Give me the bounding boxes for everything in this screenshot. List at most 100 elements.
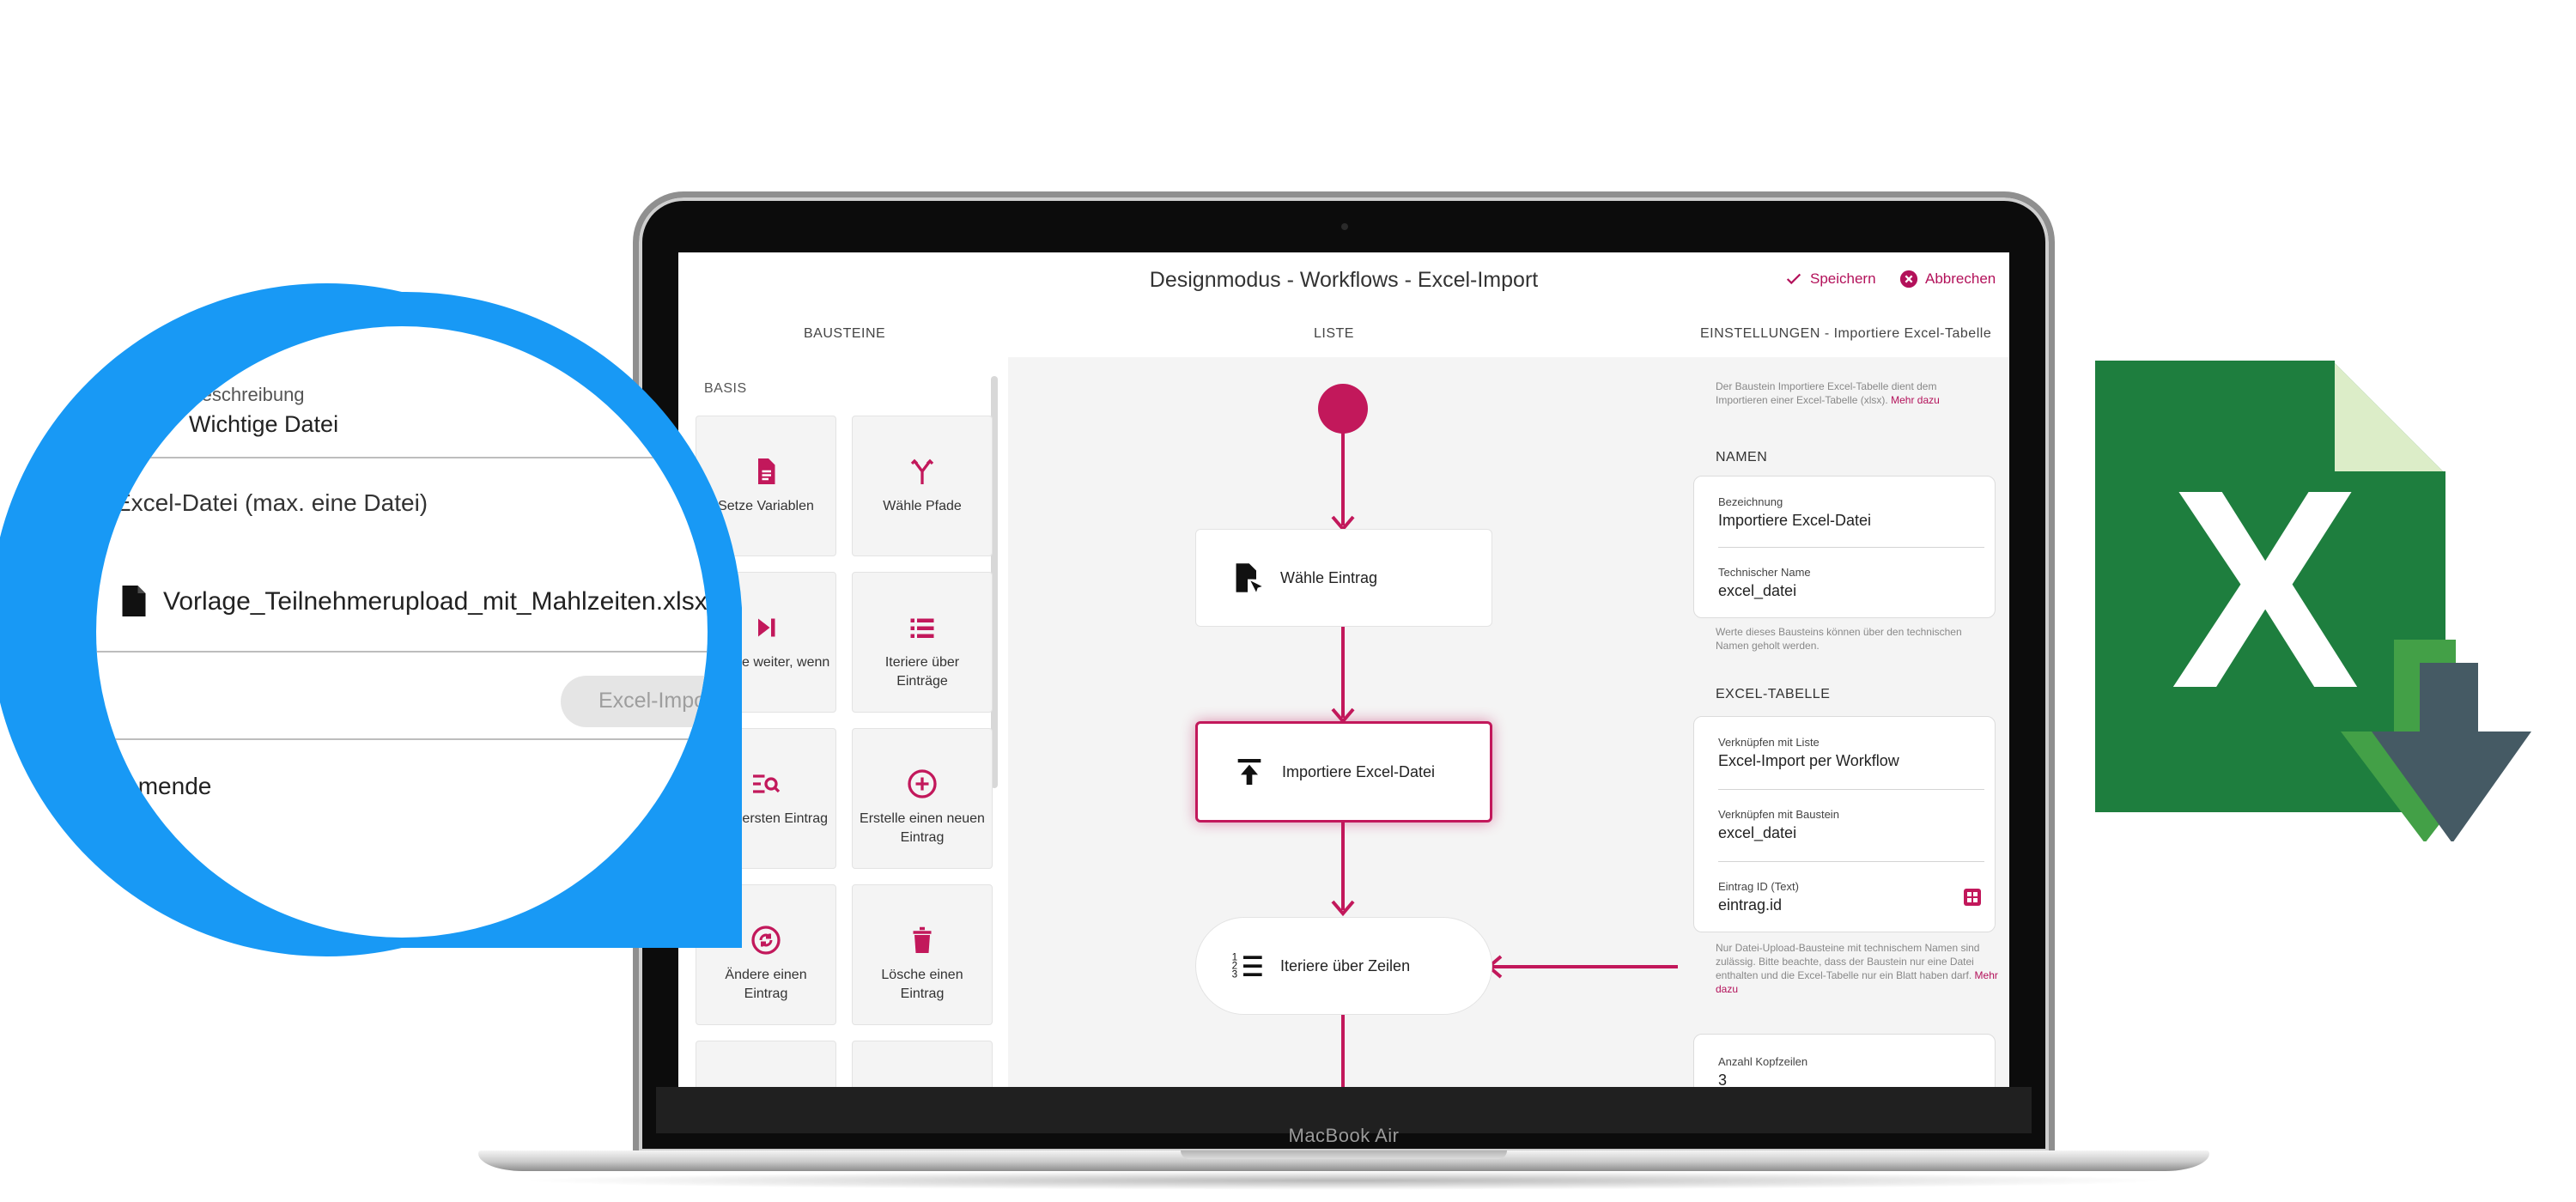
flow-node-iteriere-zeilen[interactable]: 123 Iteriere über Zeilen bbox=[1195, 917, 1492, 1015]
svg-text:X: X bbox=[2171, 430, 2361, 747]
header-rows-label: Anzahl Kopfzeilen bbox=[1718, 1055, 1808, 1068]
laptop-base bbox=[478, 1150, 2209, 1171]
upload-icon bbox=[1237, 759, 1261, 785]
tech-name-label: Technischer Name bbox=[1718, 566, 1811, 579]
link-list-value: Excel-Import per Workflow bbox=[1718, 752, 1899, 769]
einstellungen-panel: Der Baustein Importiere Excel-Tabelle di… bbox=[1678, 357, 2009, 1087]
node-label: Importiere Excel-Datei bbox=[1282, 762, 1436, 780]
column-bausteine: BAUSTEINE bbox=[804, 326, 886, 341]
link-block-label: Verknüpfen mit Baustein bbox=[1718, 808, 1839, 821]
check-icon bbox=[1786, 273, 1801, 285]
fork-paths-icon bbox=[910, 458, 934, 484]
tile-label: Setze Variablen bbox=[718, 499, 814, 513]
tile-label: Erstelle einen neuen Eintrag bbox=[860, 811, 985, 845]
tile-label: Wähle Pfade bbox=[883, 499, 962, 513]
tile-setze-variablen[interactable]: Setze Variablen bbox=[696, 416, 836, 556]
file-icon bbox=[122, 586, 146, 616]
node-label: Iteriere über Zeilen bbox=[1280, 956, 1411, 974]
entry-id-field[interactable]: Eintrag ID (Text) eintrag.id bbox=[1718, 880, 1984, 914]
column-liste: LISTE bbox=[1314, 326, 1354, 341]
divider bbox=[96, 457, 708, 458]
tile-label: Springe weiter, wenn bbox=[702, 655, 830, 670]
variable-picker-icon[interactable] bbox=[1962, 887, 1983, 908]
tech-name-field[interactable]: Technischer Name excel_datei bbox=[1718, 566, 1984, 600]
bezeichnung-value: Importiere Excel-Datei bbox=[1718, 512, 1872, 529]
uploaded-file-name[interactable]: Vorlage_Teilnehmerupload_mit_Mahlzeiten.… bbox=[163, 587, 708, 616]
description-value: Wichtige Datei bbox=[189, 411, 339, 437]
tile-finde-eintrag[interactable]: Finde ersten Eintrag bbox=[696, 728, 836, 869]
column-headers: BAUSTEINE LISTE EINSTELLUNGEN - Importie… bbox=[678, 307, 2009, 358]
sync-circle-icon bbox=[751, 926, 781, 955]
divider bbox=[96, 651, 708, 653]
magnifier-content: Beschreibung Wichtige Datei Excel-Datei … bbox=[96, 326, 708, 938]
table-hint: Nur Datei-Upload-Bausteine mit technisch… bbox=[1716, 941, 1999, 996]
save-label: Speichern bbox=[1810, 270, 1876, 287]
tile-iteriere-eintraege[interactable]: Iteriere über Einträge bbox=[852, 572, 993, 713]
flow-node-importiere-excel[interactable]: Importiere Excel-Datei bbox=[1195, 721, 1492, 823]
table-hint-text: Nur Datei-Upload-Bausteine mit technisch… bbox=[1716, 942, 1980, 981]
cancel-label: Abbrechen bbox=[1925, 270, 1996, 287]
entry-id-label: Eintrag ID (Text) bbox=[1718, 880, 1799, 893]
tile-loesche-eintrag[interactable]: Lösche einen Eintrag bbox=[852, 884, 993, 1025]
skip-next-icon bbox=[758, 618, 775, 637]
description-label: Beschreibung bbox=[189, 384, 305, 405]
header-rows-card: Anzahl Kopfzeilen 3 bbox=[1693, 1034, 1996, 1087]
tile-label: Iteriere über Einträge bbox=[884, 655, 960, 689]
excel-upload-label: Excel-Datei (max. eine Datei) bbox=[115, 489, 428, 516]
participants-label: Teilnehmende bbox=[96, 773, 212, 799]
plus-circle-icon bbox=[908, 769, 937, 798]
link-list-field[interactable]: Verknüpfen mit Liste Excel-Import per Wo… bbox=[1718, 736, 1984, 790]
excel-table-card: Verknüpfen mit Liste Excel-Import per Wo… bbox=[1693, 716, 1996, 932]
names-hint: Werte dieses Bausteins können über den t… bbox=[1716, 626, 1962, 652]
intro-more-link[interactable]: Mehr dazu bbox=[1891, 394, 1940, 406]
link-block-value: excel_datei bbox=[1718, 824, 1797, 841]
bausteine-panel: BASIS Setze Variablen Wähle Pfade Spring… bbox=[678, 357, 1008, 1087]
camera bbox=[1341, 223, 1348, 230]
tile-more[interactable] bbox=[696, 1041, 836, 1087]
file-select-icon bbox=[1236, 563, 1262, 592]
liste-canvas: Wähle Eintrag Importiere Excel-Datei 123… bbox=[1008, 357, 1678, 1087]
bezeichnung-field[interactable]: Bezeichnung Importiere Excel-Datei bbox=[1718, 495, 1984, 548]
device-label: MacBook Air bbox=[1288, 1125, 1400, 1146]
names-heading: NAMEN bbox=[1716, 450, 1768, 464]
names-card: Bezeichnung Importiere Excel-Datei Techn… bbox=[1693, 476, 1996, 618]
svg-text:3: 3 bbox=[1232, 968, 1237, 980]
app-topbar: Designmodus - Workflows - Excel-Import S… bbox=[678, 252, 2009, 307]
tile-waehle-pfade[interactable]: Wähle Pfade bbox=[852, 416, 993, 556]
header-rows-field[interactable]: Anzahl Kopfzeilen 3 bbox=[1718, 1055, 1984, 1087]
section-basis: BASIS bbox=[704, 381, 747, 396]
entry-id-value: eintrag.id bbox=[1718, 896, 1783, 914]
link-block-field[interactable]: Verknüpfen mit Baustein excel_datei bbox=[1718, 808, 1984, 862]
start-node[interactable] bbox=[1318, 384, 1368, 434]
find-list-icon bbox=[753, 774, 781, 793]
laptop-notch bbox=[1181, 1150, 1507, 1159]
app-screen: Designmodus - Workflows - Excel-Import S… bbox=[678, 252, 2009, 1087]
excel-download-icon: X bbox=[2095, 361, 2531, 841]
flow-node-waehle-eintrag[interactable]: Wähle Eintrag bbox=[1195, 529, 1492, 627]
tile-springe-weiter[interactable]: Springe weiter, wenn bbox=[696, 572, 836, 713]
cancel-button[interactable]: Abbrechen bbox=[1899, 270, 1996, 288]
tile-label: Ändere einen Eintrag bbox=[725, 968, 807, 1001]
save-button[interactable]: Speichern bbox=[1784, 270, 1876, 288]
intro-text: Der Baustein Importiere Excel-Tabelle di… bbox=[1716, 379, 1982, 407]
tile-label: Finde ersten Eintrag bbox=[703, 811, 829, 826]
list-icon bbox=[910, 618, 934, 638]
divider bbox=[96, 738, 708, 740]
tile-more[interactable] bbox=[852, 1041, 993, 1087]
bezeichnung-label: Bezeichnung bbox=[1718, 495, 1783, 508]
node-label: Wähle Eintrag bbox=[1280, 568, 1378, 586]
laptop-lid: MacBook Air Designmodus - Workflows - Ex… bbox=[639, 197, 2049, 1152]
tile-label: Lösche einen Eintrag bbox=[881, 968, 963, 1001]
close-circle-icon bbox=[1899, 270, 1918, 288]
header-rows-value: 3 bbox=[1718, 1071, 1728, 1087]
tile-aendere-eintrag[interactable]: Ändere einen Eintrag bbox=[696, 884, 836, 1025]
tile-erstelle-eintrag[interactable]: Erstelle einen neuen Eintrag bbox=[852, 728, 993, 869]
excel-table-heading: EXCEL-TABELLE bbox=[1716, 687, 1831, 701]
tech-name-value: excel_datei bbox=[1718, 582, 1797, 599]
laptop-shadow bbox=[515, 1171, 2172, 1190]
trash-icon bbox=[913, 926, 932, 953]
file-text-icon bbox=[758, 458, 775, 484]
column-einstellungen: EINSTELLUNGEN - Importiere Excel-Tabelle bbox=[1700, 326, 1992, 341]
link-list-label: Verknüpfen mit Liste bbox=[1718, 736, 1820, 749]
numbered-list-icon: 123 bbox=[1232, 951, 1262, 980]
